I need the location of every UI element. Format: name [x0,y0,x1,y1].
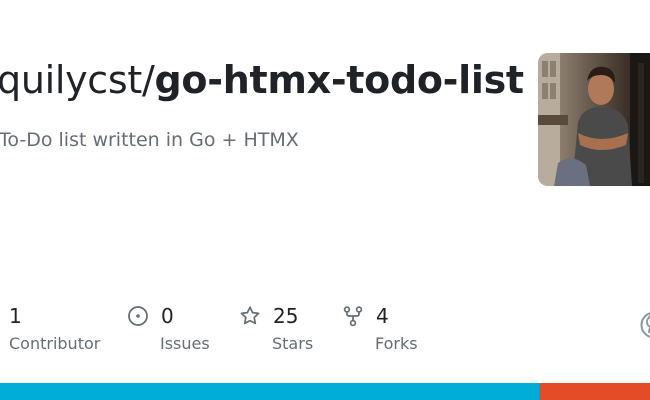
stars-label: Stars [272,334,314,353]
owner-avatar[interactable] [538,53,650,186]
stat-issues[interactable]: 0 Issues [127,302,210,355]
stars-count: 25 [273,304,299,328]
stat-forks[interactable]: 4 Forks [342,302,418,355]
repo-title[interactable]: quilycst/go-htmx-todo-list [0,56,524,104]
issue-icon [128,306,148,326]
stat-stars[interactable]: 25 Stars [239,302,313,355]
forks-label: Forks [375,334,418,353]
forks-count: 4 [376,304,389,328]
contributors-label: Contributor [9,334,101,353]
avatar-photo [538,53,650,186]
repo-name: go-htmx-todo-list [154,58,525,102]
language-segment [0,383,540,400]
stat-contributors[interactable]: 1 Contributor [9,302,100,355]
repo-description: To-Do list written in Go + HTMX [0,129,299,151]
issues-label: Issues [160,334,210,353]
contributors-count: 1 [9,304,22,328]
language-segment [539,383,650,400]
repo-owner: quilycst/ [0,58,155,102]
repo-stats: 1 Contributor 0 Issues 25 Stars 4 Forks [0,302,650,362]
language-bar [0,383,650,400]
star-icon [240,306,260,325]
github-logo-icon [640,312,650,338]
issues-count: 0 [161,304,174,328]
repo-social-card: quilycst/go-htmx-todo-list To-Do list wr… [0,0,650,400]
fork-icon [343,306,363,327]
